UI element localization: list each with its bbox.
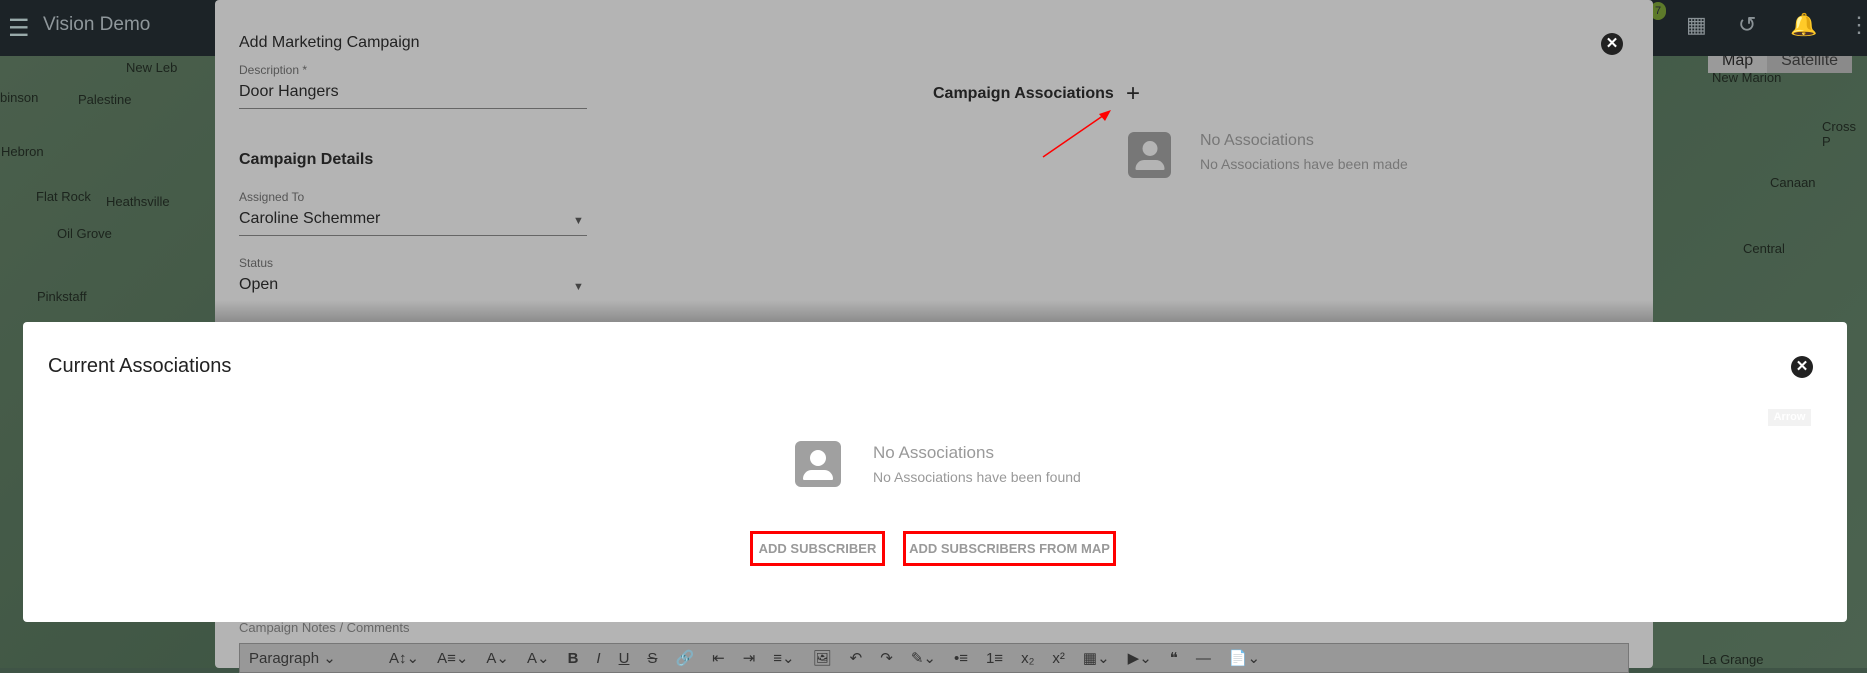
campaign-associations-heading: Campaign Associations: [933, 85, 1114, 102]
map-label: Canaan: [1770, 175, 1816, 190]
modal-title: Current Associations: [48, 355, 232, 377]
highlight-button[interactable]: ✎⌄: [902, 649, 945, 667]
assigned-to-label: Assigned To: [239, 190, 305, 204]
empty-title: No Associations: [873, 443, 994, 462]
paragraph-style-select[interactable]: Paragraph ⌄: [240, 649, 380, 667]
map-label: Central: [1743, 241, 1785, 256]
redo-button[interactable]: ↷: [871, 649, 902, 667]
image-button[interactable]: 🖼: [804, 649, 841, 667]
map-label: Heathsville: [106, 194, 170, 209]
superscript-button[interactable]: x²: [1043, 650, 1074, 667]
close-dialog-icon[interactable]: ✕: [1601, 33, 1623, 55]
divider: [239, 235, 587, 236]
more-vert-icon[interactable]: ⋮: [1848, 12, 1867, 38]
strikethrough-button[interactable]: S: [638, 650, 666, 667]
subscript-button[interactable]: x₂: [1012, 650, 1043, 667]
undo-button[interactable]: ↶: [841, 649, 872, 667]
close-modal-icon[interactable]: ✕: [1791, 356, 1813, 378]
dashboard-icon[interactable]: ▦: [1686, 12, 1707, 38]
map-label: New Leb: [126, 60, 178, 75]
divider: [239, 108, 587, 109]
bell-icon[interactable]: 🔔: [1790, 12, 1817, 38]
annotation-arrow-icon: [1042, 110, 1111, 158]
description-input[interactable]: Door Hangers: [239, 83, 339, 101]
map-label: binson: [0, 90, 39, 105]
empty-title: No Associations: [1200, 132, 1314, 149]
add-subscribers-from-map-button[interactable]: ADD SUBSCRIBERS FROM MAP: [903, 531, 1116, 566]
map-label: La Grange: [1702, 652, 1764, 667]
backdrop-shadow: [215, 300, 1653, 322]
assigned-to-select[interactable]: Caroline Schemmer: [239, 210, 380, 228]
indent-button[interactable]: ⇥: [734, 649, 765, 667]
font-size-button[interactable]: A↕⌄: [380, 649, 428, 667]
map-label: Flat Rock: [36, 189, 91, 204]
underline-button[interactable]: U: [610, 650, 639, 667]
empty-text: No Associations have been made: [1200, 156, 1408, 172]
person-icon: [1128, 132, 1171, 178]
add-association-icon[interactable]: +: [1126, 80, 1140, 108]
arrow-tag: Arrow: [1768, 409, 1811, 426]
history-icon[interactable]: ↺: [1738, 12, 1756, 38]
status-select[interactable]: Open: [239, 276, 278, 294]
current-associations-modal: Current Associations ✕ No Associations N…: [23, 322, 1847, 622]
font-family-button[interactable]: A≡⌄: [428, 649, 477, 667]
app-title: Vision Demo: [43, 14, 151, 35]
media-button[interactable]: ▶⌄: [1119, 649, 1161, 667]
link-button[interactable]: 🔗: [666, 649, 703, 667]
map-label: Hebron: [1, 144, 44, 159]
hamburger-menu-icon[interactable]: ☰: [8, 14, 30, 43]
map-label: Cross P: [1822, 119, 1856, 149]
editor-toolbar: Paragraph ⌄ A↕⌄ A≡⌄ A⌄ A⌄ B I U S 🔗 ⇤ ⇥ …: [239, 643, 1629, 673]
horizontal-line-button[interactable]: —: [1187, 650, 1220, 667]
map-label: Palestine: [78, 92, 132, 107]
map-label: Oil Grove: [57, 226, 112, 241]
empty-text: No Associations have been found: [873, 469, 1081, 485]
bulleted-list-button[interactable]: •≡: [945, 650, 977, 667]
dropdown-arrow-icon[interactable]: ▼: [573, 281, 584, 293]
bold-button[interactable]: B: [559, 650, 588, 667]
campaign-details-heading: Campaign Details: [239, 151, 374, 168]
dropdown-arrow-icon[interactable]: ▼: [573, 215, 584, 227]
description-label: Description *: [239, 63, 308, 77]
notes-label: Campaign Notes / Comments: [239, 620, 410, 635]
outdent-button[interactable]: ⇤: [703, 649, 734, 667]
font-color-button[interactable]: A⌄: [477, 649, 518, 667]
table-button[interactable]: ▦⌄: [1074, 649, 1119, 667]
empty-associations: No Associations No Associations have bee…: [873, 443, 1081, 485]
status-label: Status: [239, 256, 274, 270]
italic-button[interactable]: I: [587, 650, 609, 667]
source-button[interactable]: 📄⌄: [1220, 649, 1269, 667]
map-label: Pinkstaff: [37, 289, 87, 304]
background-color-button[interactable]: A⌄: [518, 649, 559, 667]
person-icon: [795, 441, 841, 487]
empty-associations: No Associations No Associations have bee…: [1200, 132, 1408, 172]
quote-button[interactable]: ❝: [1161, 649, 1187, 667]
align-button[interactable]: ≡⌄: [764, 649, 803, 667]
add-subscriber-button[interactable]: ADD SUBSCRIBER: [750, 531, 885, 566]
numbered-list-button[interactable]: 1≡: [977, 650, 1012, 667]
dialog-title: Add Marketing Campaign: [239, 34, 420, 51]
